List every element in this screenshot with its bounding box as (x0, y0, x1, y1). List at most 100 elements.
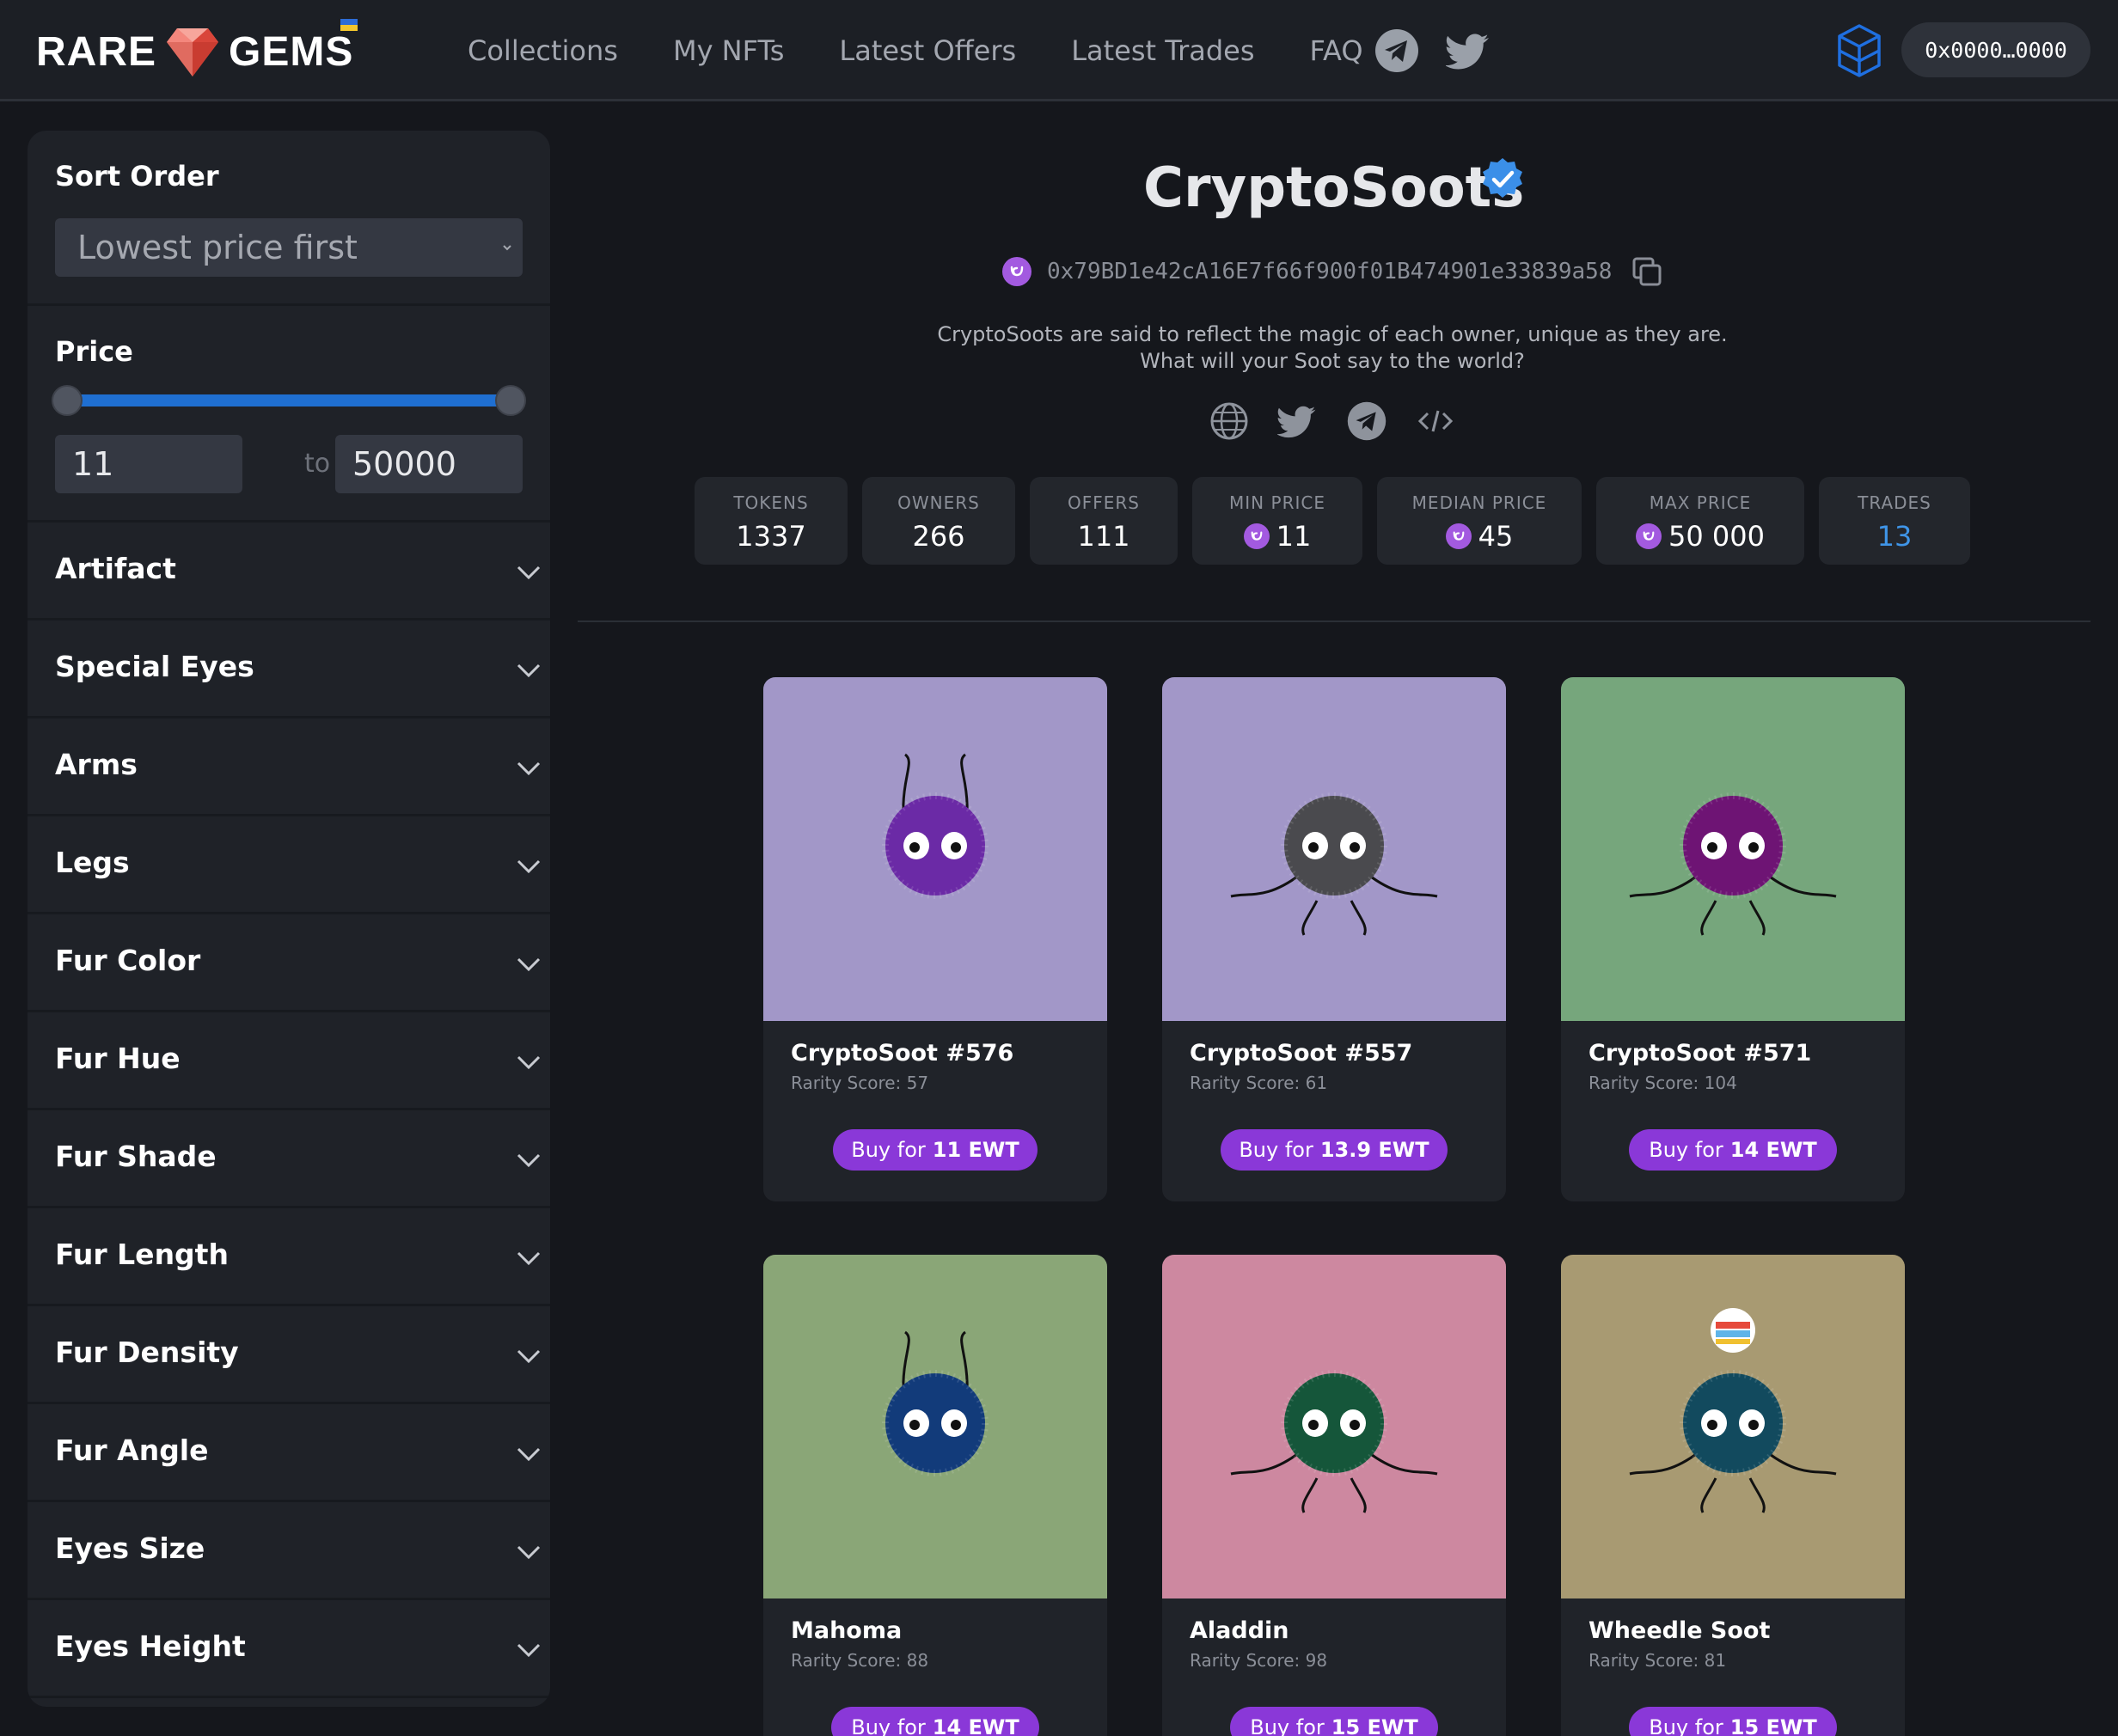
nft-rarity-score: Rarity Score: 61 (1190, 1073, 1328, 1093)
price-slider-track[interactable] (67, 394, 511, 406)
filter-fur-length[interactable]: Fur Length (28, 1208, 550, 1306)
brand-logo[interactable]: RARE GEMS (36, 24, 353, 79)
chevron-down-icon (503, 245, 511, 251)
brand-left: RARE (36, 28, 157, 75)
nft-image[interactable] (1561, 1255, 1905, 1598)
nft-name[interactable]: Wheedle Soot (1588, 1617, 1770, 1644)
twitter-icon[interactable] (1446, 28, 1492, 74)
chevron-down-icon (517, 1545, 541, 1560)
stat-value[interactable]: 13 (1877, 520, 1913, 553)
chevron-down-icon (517, 1447, 541, 1462)
filter-eyes-size[interactable]: Eyes Size (28, 1502, 550, 1600)
filter-label: Fur Shade (55, 1140, 217, 1173)
filter-label: Legs (55, 846, 130, 879)
price-slider-max-handle[interactable] (495, 385, 526, 416)
main-nav: Collections My NFTs Latest Offers Latest… (468, 26, 1418, 76)
price-min-input[interactable]: 11 (55, 435, 242, 493)
filter-artifact[interactable]: Artifact (28, 523, 550, 620)
filter-fur-density[interactable]: Fur Density (28, 1306, 550, 1404)
filter-arms[interactable]: Arms (28, 718, 550, 816)
nft-card[interactable]: CryptoSoot #571 Rarity Score: 104 Buy for 1… (1561, 677, 1905, 1201)
top-navbar: RARE GEMS Collections My NFTs Latest Off… (0, 0, 2118, 101)
soot-illustration (1561, 677, 1905, 1021)
nft-image[interactable] (1162, 677, 1506, 1021)
stat-trades[interactable]: TRADES 13 (1819, 477, 1970, 565)
nav-latest-offers[interactable]: Latest Offers (839, 34, 1016, 67)
buy-button[interactable]: Buy for 14 EWT (1629, 1129, 1837, 1171)
stat-value-row: 111 (1030, 520, 1178, 553)
soot-illustration (1561, 1255, 1905, 1598)
buy-price: 14 EWT (1729, 1138, 1817, 1162)
twitter-icon[interactable] (1277, 400, 1319, 442)
filter-eyes-height[interactable]: Eyes Height (28, 1600, 550, 1698)
soot-illustration (1162, 677, 1506, 1021)
telegram-icon[interactable] (1374, 28, 1420, 74)
nft-card[interactable]: CryptoSoot #557 Rarity Score: 61 Buy for 13… (1162, 677, 1506, 1201)
stat-label: MAX PRICE (1649, 492, 1752, 513)
globe-icon[interactable] (1209, 400, 1250, 442)
nft-name[interactable]: Aladdin (1190, 1617, 1289, 1644)
buy-prefix: Buy for (851, 1138, 926, 1162)
energy-web-chain-icon[interactable] (1836, 22, 1882, 79)
nav-faq[interactable]: FAQ (1310, 34, 1363, 67)
ewt-token-icon (1002, 257, 1031, 286)
chevron-down-icon (517, 1153, 541, 1168)
chevron-down-icon (517, 957, 541, 972)
buy-button[interactable]: Buy for 15 EWT (1230, 1707, 1438, 1736)
filter-legs[interactable]: Legs (28, 816, 550, 914)
sort-order-value: Lowest price first (77, 229, 358, 266)
nft-name[interactable]: CryptoSoot #571 (1588, 1040, 1811, 1067)
buy-button[interactable]: Buy for 15 EWT (1629, 1707, 1837, 1736)
nav-latest-trades[interactable]: Latest Trades (1071, 34, 1254, 67)
collection-social-links (1209, 400, 1456, 442)
section-divider (578, 620, 2090, 622)
ukraine-flag-icon (340, 19, 358, 31)
buy-price: 15 EWT (1331, 1715, 1418, 1736)
nft-name[interactable]: CryptoSoot #557 (1190, 1040, 1412, 1067)
stat-median-price: MEDIAN PRICE 45 (1377, 477, 1582, 565)
nft-card[interactable]: Aladdin Rarity Score: 98 Buy for 15 EWT (1162, 1255, 1506, 1736)
brand-right: GEMS (229, 28, 354, 75)
stat-label: OFFERS (1068, 492, 1140, 513)
nft-image[interactable] (1162, 1255, 1506, 1598)
filter-fur-angle[interactable]: Fur Angle (28, 1404, 550, 1502)
price-to-label: to (304, 449, 331, 479)
filter-label: Eyes Size (55, 1531, 205, 1565)
filter-label: Fur Color (55, 944, 201, 977)
soot-illustration (1162, 1255, 1506, 1598)
contract-address[interactable]: 0x79BD1e42cA16E7f66f900f01B474901e33839a… (1047, 259, 1612, 284)
nav-my-nfts[interactable]: My NFTs (673, 34, 784, 67)
filter-fur-shade[interactable]: Fur Shade (28, 1110, 550, 1208)
chevron-down-icon (517, 663, 541, 678)
nft-name[interactable]: CryptoSoot #576 (791, 1040, 1013, 1067)
filter-sidebar: Sort Order Lowest price first Price 11 t… (28, 131, 550, 1707)
filter-special-eyes[interactable]: Special Eyes (28, 620, 550, 718)
nft-card[interactable]: Wheedle Soot Rarity Score: 81 Buy for 15 EW… (1561, 1255, 1905, 1736)
buy-button[interactable]: Buy for 14 EWT (831, 1707, 1039, 1736)
copy-icon[interactable] (1631, 255, 1663, 288)
nft-image[interactable] (1561, 677, 1905, 1021)
ewt-token-icon (1445, 523, 1472, 549)
nft-image[interactable] (763, 1255, 1107, 1598)
nft-rarity-score: Rarity Score: 88 (791, 1650, 929, 1671)
filter-fur-hue[interactable]: Fur Hue (28, 1012, 550, 1110)
price-max-input[interactable]: 50000 (335, 435, 523, 493)
buy-button[interactable]: Buy for 11 EWT (833, 1129, 1038, 1171)
nft-image[interactable] (763, 677, 1107, 1021)
nft-name[interactable]: Mahoma (791, 1617, 902, 1644)
price-slider-min-handle[interactable] (52, 385, 83, 416)
buy-button[interactable]: Buy for 13.9 EWT (1221, 1129, 1448, 1171)
nft-card[interactable]: CryptoSoot #576 Rarity Score: 57 Buy for 11… (763, 677, 1107, 1201)
telegram-icon[interactable] (1346, 400, 1387, 442)
buy-price: 11 EWT (932, 1138, 1019, 1162)
stat-value: 11 (1276, 520, 1312, 553)
code-icon[interactable] (1415, 400, 1456, 442)
filter-label: Eyes Height (55, 1629, 246, 1663)
buy-price: 13.9 EWT (1319, 1138, 1429, 1162)
nav-collections[interactable]: Collections (468, 34, 618, 67)
filter-fur-color[interactable]: Fur Color (28, 914, 550, 1012)
stat-value: 266 (912, 520, 965, 553)
nft-card[interactable]: Mahoma Rarity Score: 88 Buy for 14 EWT (763, 1255, 1107, 1736)
sort-order-select[interactable]: Lowest price first (55, 218, 523, 277)
wallet-address-button[interactable]: 0x0000…0000 (1901, 22, 2090, 77)
